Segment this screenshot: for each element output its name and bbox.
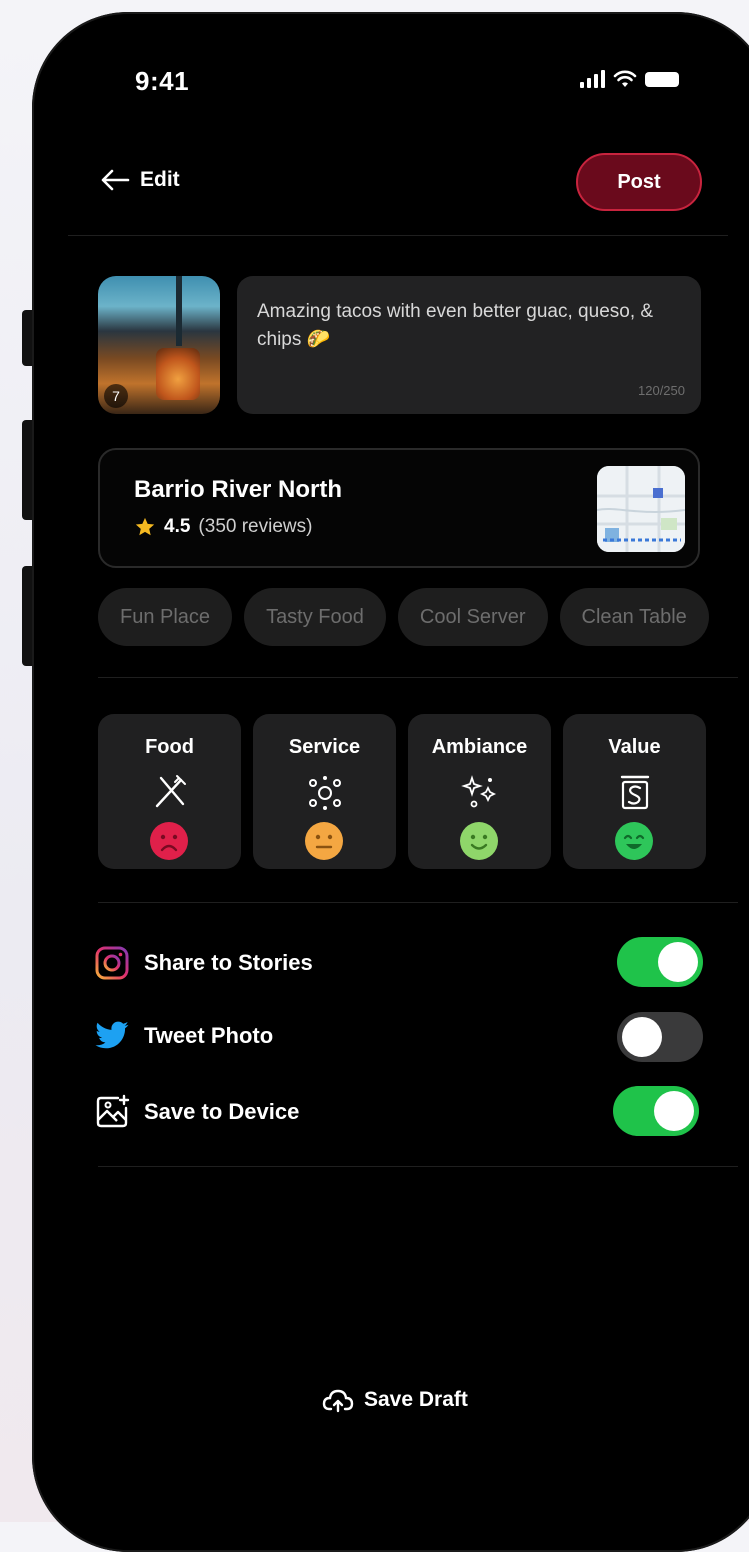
tweet-photo-row: Tweet Photo: [94, 1020, 273, 1052]
tag-chip[interactable]: Tasty Food: [244, 588, 386, 646]
arrow-left-icon: [101, 169, 130, 191]
tweet-photo-label: Tweet Photo: [144, 1023, 274, 1048]
header-divider: [68, 235, 728, 236]
rating-label: Service: [288, 736, 361, 758]
share-stories-toggle[interactable]: [617, 937, 703, 987]
cloud-upload-icon: [322, 1389, 354, 1413]
utensils-icon: [155, 775, 186, 808]
toggle-knob: [654, 1091, 694, 1131]
photo-drink: [156, 348, 200, 400]
review-count: (350 reviews): [198, 516, 313, 537]
photo-detail: [176, 276, 182, 346]
rating-label: Ambiance: [431, 736, 528, 758]
save-draft-label: Save Draft: [364, 1388, 468, 1411]
caption-input[interactable]: Amazing tacos with even better guac, que…: [237, 276, 701, 414]
share-stories-row: Share to Stories: [94, 945, 313, 981]
caption-char-count: 120/250: [638, 383, 685, 398]
dollar-tag-icon: [620, 775, 649, 810]
mood-face-neutral: [305, 822, 343, 860]
wifi-icon: [613, 70, 637, 87]
share-divider: [98, 1166, 738, 1167]
mood-face-happy: [460, 822, 498, 860]
rating-card-ambiance[interactable]: Ambiance: [408, 714, 551, 869]
stars-icon: [460, 775, 496, 808]
tags-divider: [98, 677, 738, 678]
ratings-divider: [98, 902, 738, 903]
rating-cards: Food Service Ambiance Value: [98, 714, 706, 869]
instagram-icon: [95, 946, 129, 980]
place-name: Barrio River North: [134, 476, 343, 503]
rating-card-value[interactable]: Value: [563, 714, 706, 869]
star-icon: [135, 517, 155, 536]
rating-value: 4.5: [164, 516, 191, 537]
tag-chip[interactable]: Clean Table: [559, 588, 709, 646]
tweet-photo-toggle[interactable]: [617, 1012, 703, 1062]
map-graphic: [597, 466, 685, 552]
share-stories-label: Share to Stories: [144, 950, 313, 975]
toggle-knob: [622, 1017, 662, 1057]
twitter-icon: [95, 1021, 129, 1049]
tag-chip[interactable]: Fun Place: [98, 588, 233, 646]
sparkle-icon: [308, 776, 341, 810]
signal-icon: [580, 70, 605, 88]
rating-card-food[interactable]: Food: [98, 714, 241, 869]
toggle-knob: [658, 942, 698, 982]
photo-count-badge: 7: [104, 384, 128, 408]
map-thumbnail[interactable]: [597, 466, 685, 552]
place-card[interactable]: Barrio River North 4.5 (350 reviews): [98, 448, 700, 568]
place-rating: 4.5 (350 reviews): [134, 516, 312, 538]
save-device-toggle[interactable]: [613, 1086, 699, 1136]
tag-list: Fun Place Tasty Food Cool Server Clean T…: [98, 588, 709, 646]
post-button[interactable]: Post: [576, 153, 702, 211]
mood-face-very-happy: [615, 822, 653, 860]
tag-chip[interactable]: Cool Server: [397, 588, 548, 646]
image-add-icon: [96, 1094, 130, 1128]
save-device-label: Save to Device: [144, 1099, 300, 1124]
caption-text: Amazing tacos with even better guac, que…: [257, 301, 654, 350]
save-draft-button[interactable]: Save Draft: [322, 1387, 468, 1413]
phone-frame: 9:41 Edit Post 7 Amazing tacos with even…: [32, 12, 749, 1552]
back-button[interactable]: Edit: [100, 168, 180, 192]
battery-icon: [645, 71, 679, 87]
status-time: 9:41: [135, 66, 190, 96]
rating-label: Food: [145, 736, 194, 758]
status-icons: [580, 70, 679, 88]
rating-label: Value: [608, 736, 661, 758]
mood-face-very-unhappy: [150, 822, 188, 860]
rating-card-service[interactable]: Service: [253, 714, 396, 869]
back-label: Edit: [140, 168, 180, 191]
save-device-row: Save to Device: [94, 1094, 299, 1130]
photo-thumbnail[interactable]: 7: [98, 276, 220, 414]
